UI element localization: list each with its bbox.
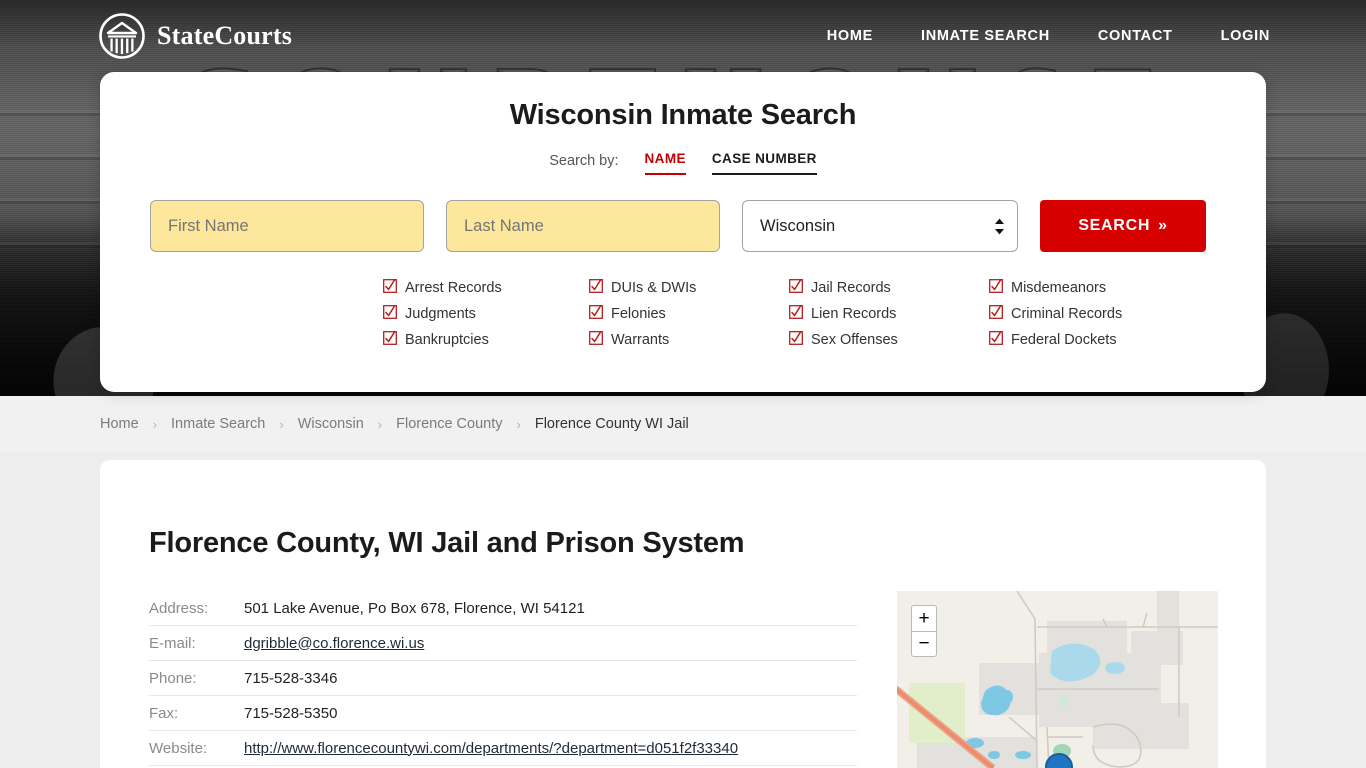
checkbox-label: Felonies xyxy=(611,306,666,322)
double-chevron-right-icon: » xyxy=(1158,217,1168,234)
breadcrumb-separator: › xyxy=(152,416,158,432)
info-value: 715-528-3346 xyxy=(244,669,338,687)
info-label: Website: xyxy=(149,739,208,757)
search-form: Wisconsin SEARCH » xyxy=(150,200,1266,252)
info-label: Address: xyxy=(149,599,209,617)
search-by-tabs: Search by: NAME CASE NUMBER xyxy=(100,151,1266,175)
checkbox-label: Sex Offenses xyxy=(811,332,898,348)
breadcrumb: Home › Inmate Search › Wisconsin › Florence Co… xyxy=(100,416,689,432)
location-map[interactable]: + − xyxy=(897,591,1218,768)
checkbox-label: Criminal Records xyxy=(1011,306,1123,322)
checkbox-label: Bankruptcies xyxy=(405,332,489,348)
checked-checkbox-icon xyxy=(383,330,397,349)
top-navigation-bar: StateCourts HOME INMATE SEARCH CONTACT L… xyxy=(0,0,1366,72)
nav-item-inmate-search[interactable]: INMATE SEARCH xyxy=(921,28,1050,44)
checkbox-jail-records[interactable]: Jail Records xyxy=(789,278,989,297)
info-row: Phone: 715-528-3346 xyxy=(149,661,857,696)
page-title: Florence County, WI Jail and Prison Syst… xyxy=(149,527,745,560)
record-type-checkbox-grid: Arrest Records DUIs & DWIs Jail Records … xyxy=(383,278,1266,349)
checkbox-misdemeanors[interactable]: Misdemeanors xyxy=(989,278,1189,297)
nav-item-home[interactable]: HOME xyxy=(827,28,873,44)
breadcrumb-separator: › xyxy=(516,416,521,432)
facility-info-table: Address: 501 Lake Avenue, Po Box 678, Flo… xyxy=(149,591,857,766)
checked-checkbox-icon xyxy=(383,278,397,297)
search-card-title: Wisconsin Inmate Search xyxy=(509,99,857,131)
content-card: Florence County, WI Jail and Prison Syst… xyxy=(100,460,1266,768)
checked-checkbox-icon xyxy=(989,330,1003,349)
checkbox-lien-records[interactable]: Lien Records xyxy=(789,304,989,323)
checkbox-label: Warrants xyxy=(611,332,670,348)
breadcrumb-bar: Home › Inmate Search › Wisconsin › Florence Co… xyxy=(0,396,1366,452)
info-row: Fax: 715-528-5350 xyxy=(149,696,857,731)
checked-checkbox-icon xyxy=(589,330,603,349)
info-value: 715-528-5350 xyxy=(244,704,338,722)
checkbox-label: Jail Records xyxy=(811,280,891,296)
checkbox-judgments[interactable]: Judgments xyxy=(383,304,589,323)
breadcrumb-item-inmate-search[interactable]: Inmate Search xyxy=(171,416,265,432)
main-nav: HOME INMATE SEARCH CONTACT LOGIN xyxy=(827,28,1270,44)
checkbox-duis-dwis[interactable]: DUIs & DWIs xyxy=(589,278,789,297)
checked-checkbox-icon xyxy=(989,304,1003,323)
checked-checkbox-icon xyxy=(789,330,803,349)
search-by-label: Search by: xyxy=(549,153,619,169)
map-zoom-out-button[interactable]: − xyxy=(911,631,937,657)
search-button[interactable]: SEARCH » xyxy=(1040,200,1206,252)
breadcrumb-item-wisconsin[interactable]: Wisconsin xyxy=(298,416,364,432)
checkbox-label: DUIs & DWIs xyxy=(611,280,697,296)
nav-item-login[interactable]: LOGIN xyxy=(1221,28,1270,44)
brand-logo-link[interactable]: StateCourts xyxy=(98,12,292,60)
first-name-input[interactable] xyxy=(150,200,424,252)
map-tiles xyxy=(897,591,1218,768)
last-name-input[interactable] xyxy=(446,200,720,252)
breadcrumb-item-florence-county-wi-jail: Florence County WI Jail xyxy=(534,416,689,432)
breadcrumb-separator: › xyxy=(377,416,383,432)
nav-item-contact[interactable]: CONTACT xyxy=(1098,28,1173,44)
checked-checkbox-icon xyxy=(383,304,397,323)
courthouse-circle-icon xyxy=(98,12,146,60)
state-select-value: Wisconsin xyxy=(760,216,836,235)
checked-checkbox-icon xyxy=(789,304,803,323)
info-value: 501 Lake Avenue, Po Box 678, Florence, W… xyxy=(244,599,585,617)
checked-checkbox-icon xyxy=(789,278,803,297)
info-row: E-mail: dgribble@co.florence.wi.us xyxy=(149,626,857,661)
checkbox-label: Lien Records xyxy=(811,306,897,322)
checkbox-label: Federal Dockets xyxy=(1011,332,1117,348)
breadcrumb-item-home[interactable]: Home xyxy=(100,416,139,432)
breadcrumb-item-florence-county[interactable]: Florence County xyxy=(396,416,502,432)
tab-name[interactable]: NAME xyxy=(644,151,686,175)
map-zoom-in-button[interactable]: + xyxy=(911,605,937,631)
state-select[interactable]: Wisconsin xyxy=(742,200,1018,252)
info-label: E-mail: xyxy=(149,634,196,652)
info-label: Fax: xyxy=(149,704,179,722)
checkbox-warrants[interactable]: Warrants xyxy=(589,330,789,349)
checked-checkbox-icon xyxy=(589,304,603,323)
checkbox-criminal-records[interactable]: Criminal Records xyxy=(989,304,1189,323)
info-row: Address: 501 Lake Avenue, Po Box 678, Flo… xyxy=(149,591,857,626)
info-value-link[interactable]: http://www.florencecountywi.com/departme… xyxy=(244,740,738,757)
checkbox-bankruptcies[interactable]: Bankruptcies xyxy=(383,330,589,349)
info-label: Phone: xyxy=(149,669,197,687)
checkbox-label: Misdemeanors xyxy=(1011,280,1107,296)
checkbox-label: Judgments xyxy=(405,306,476,322)
checkbox-felonies[interactable]: Felonies xyxy=(589,304,789,323)
search-button-label: SEARCH xyxy=(1078,217,1151,234)
chevron-updown-icon xyxy=(994,218,1005,235)
checkbox-arrest-records[interactable]: Arrest Records xyxy=(383,278,589,297)
info-value-link[interactable]: dgribble@co.florence.wi.us xyxy=(244,635,424,652)
info-row: Website: http://www.florencecountywi.com/… xyxy=(149,731,857,766)
inmate-search-card: Wisconsin Inmate Search Search by: NAME … xyxy=(100,72,1266,392)
breadcrumb-separator: › xyxy=(279,416,284,432)
checkbox-federal-dockets[interactable]: Federal Dockets xyxy=(989,330,1189,349)
checkbox-label: Arrest Records xyxy=(405,280,502,296)
checkbox-sex-offenses[interactable]: Sex Offenses xyxy=(789,330,989,349)
checked-checkbox-icon xyxy=(989,278,1003,297)
tab-case-number[interactable]: CASE NUMBER xyxy=(711,151,817,175)
checked-checkbox-icon xyxy=(589,278,603,297)
brand-name: StateCourts xyxy=(157,21,293,50)
